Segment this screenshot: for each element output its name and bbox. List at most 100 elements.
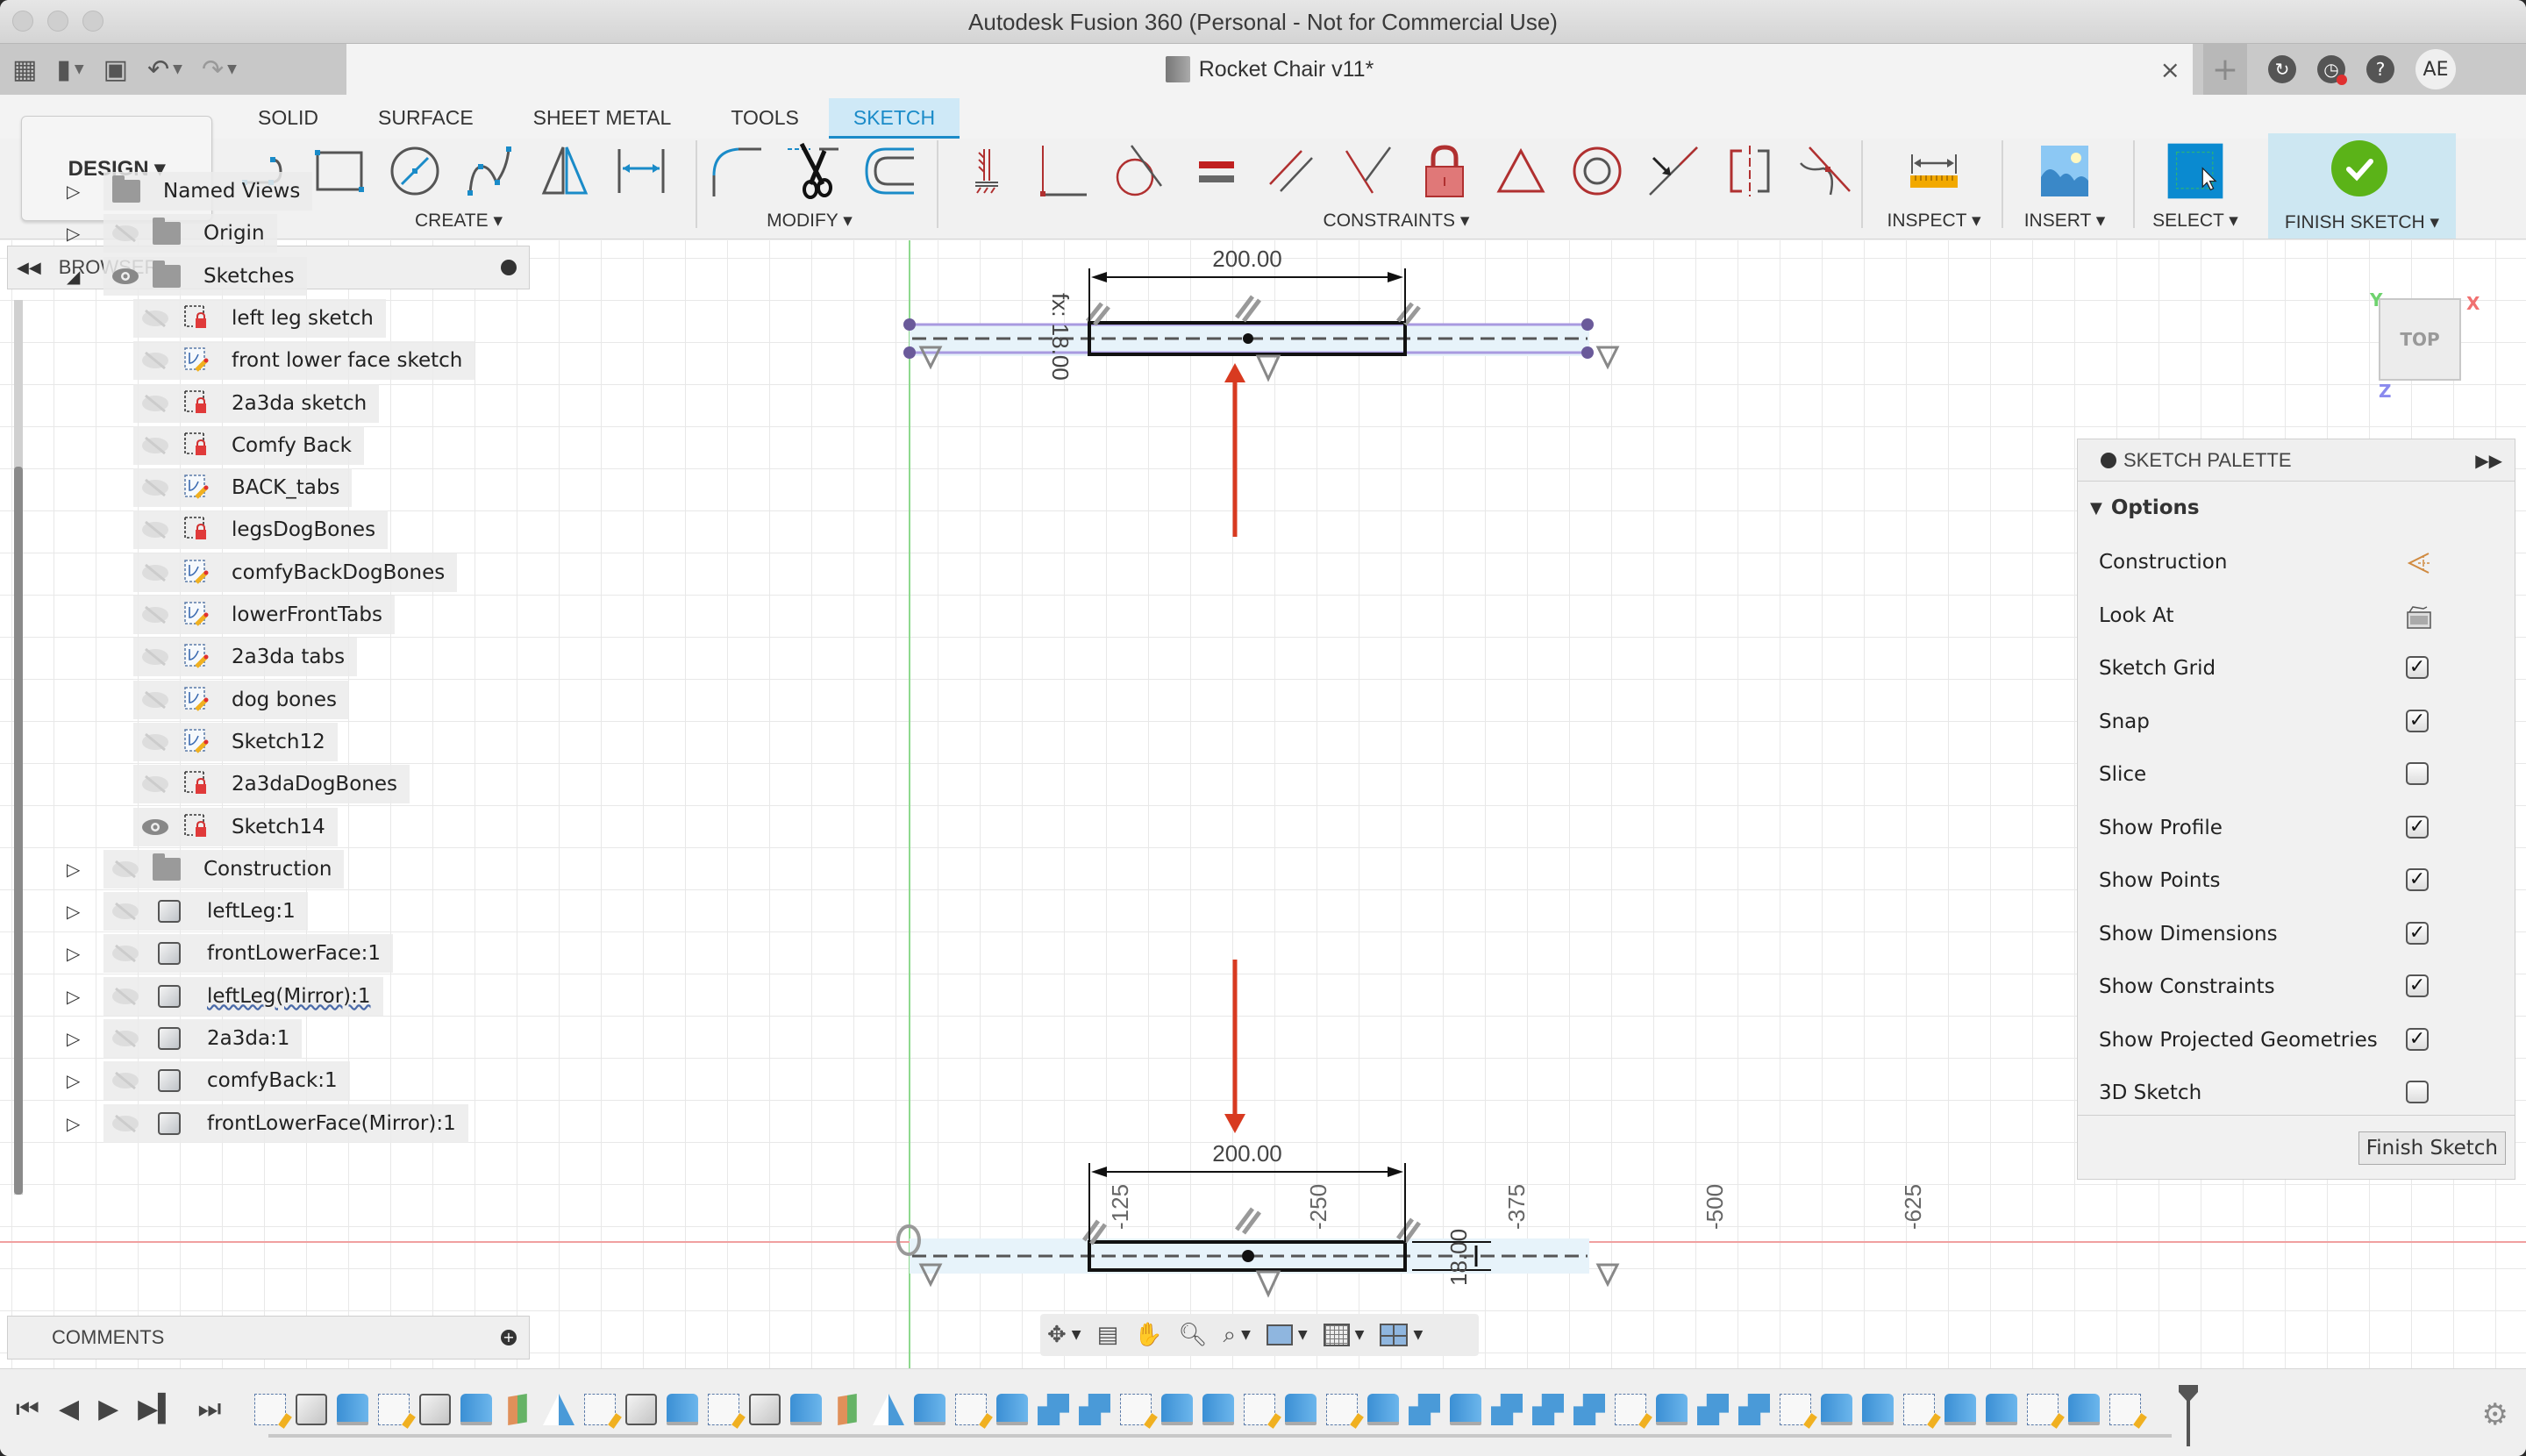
timeline-component-feature[interactable] bbox=[419, 1394, 451, 1425]
expand-caret-icon[interactable]: ▷ bbox=[67, 1028, 86, 1049]
browser-sketch-item[interactable]: Sketch14 bbox=[133, 807, 338, 846]
tree-item-pill[interactable]: leftLeg(Mirror):1 bbox=[103, 976, 383, 1016]
add-comment-icon[interactable]: + bbox=[501, 1330, 517, 1345]
tree-item-pill[interactable]: Sketch12 bbox=[133, 722, 338, 761]
file-menu-button[interactable]: ▮ ▼ bbox=[56, 54, 83, 85]
hidden-eye-icon[interactable] bbox=[140, 436, 170, 454]
hidden-eye-icon[interactable] bbox=[140, 478, 170, 497]
timeline-extrude-feature[interactable] bbox=[460, 1394, 492, 1425]
coincident-constraint-button[interactable] bbox=[1034, 142, 1092, 200]
timeline-sketch-feature[interactable] bbox=[1244, 1394, 1275, 1425]
offset-tool-button[interactable] bbox=[860, 142, 917, 200]
browser-sketch-item[interactable]: left leg sketch bbox=[133, 298, 386, 338]
timeline-extrude-feature[interactable] bbox=[1656, 1394, 1688, 1425]
tree-item-pill[interactable]: left leg sketch bbox=[133, 298, 386, 338]
select-menu-button[interactable]: SELECT ▾ bbox=[2145, 210, 2245, 232]
timeline-sketch-feature[interactable] bbox=[254, 1394, 286, 1425]
browser-sketch-item[interactable]: legsDogBones bbox=[133, 510, 389, 550]
hidden-eye-icon[interactable] bbox=[140, 563, 170, 582]
slice-checkbox[interactable] bbox=[2406, 762, 2430, 787]
collapse-browser-icon[interactable]: ◀◀ bbox=[17, 259, 41, 277]
browser-sketch-item[interactable]: 2a3da tabs bbox=[133, 638, 358, 677]
browser-component-item[interactable]: ▷ leftLeg:1 bbox=[67, 892, 308, 931]
grid-settings-button[interactable]: ▼ bbox=[1323, 1324, 1364, 1346]
tree-item-pill[interactable]: lowerFrontTabs bbox=[133, 596, 395, 634]
timeline-extrude-feature[interactable] bbox=[1986, 1394, 2017, 1425]
go-to-start-icon[interactable]: ⏮ bbox=[16, 1394, 39, 1424]
timeline-extrude-feature[interactable] bbox=[667, 1394, 698, 1425]
timeline-extrude-feature[interactable] bbox=[1862, 1394, 1894, 1425]
tree-item-pill[interactable]: Sketch14 bbox=[133, 807, 338, 846]
timeline-component-feature[interactable] bbox=[296, 1394, 327, 1425]
circle-tool-button[interactable] bbox=[386, 142, 444, 200]
symmetry-constraint-button[interactable] bbox=[1721, 142, 1779, 200]
hidden-eye-icon[interactable] bbox=[111, 1029, 140, 1048]
tree-item-pill[interactable]: 2a3daDogBones bbox=[133, 765, 410, 804]
equal-constraint-button[interactable] bbox=[1187, 142, 1245, 200]
browser-sketch-item[interactable]: lowerFrontTabs bbox=[133, 596, 395, 634]
visibility-eye-icon[interactable] bbox=[111, 268, 140, 285]
options-section-header[interactable]: ▼ Options bbox=[2078, 482, 2515, 534]
expanded-caret-icon[interactable]: ◢ bbox=[67, 266, 86, 287]
fillet-tool-button[interactable] bbox=[709, 142, 767, 200]
browser-component-item[interactable]: ▷ 2a3da:1 bbox=[67, 1019, 303, 1058]
timeline-extrude-feature[interactable] bbox=[914, 1394, 945, 1425]
tree-item-pill[interactable]: Construction bbox=[103, 849, 345, 889]
timeline-combine-feature[interactable] bbox=[1038, 1394, 1069, 1425]
scrollbar-thumb[interactable] bbox=[14, 467, 23, 1195]
timeline-extrude-feature[interactable] bbox=[1285, 1394, 1317, 1425]
timeline-marker[interactable] bbox=[2179, 1385, 2198, 1446]
timeline-combine-feature[interactable] bbox=[1079, 1394, 1110, 1425]
perpendicular-constraint-button[interactable] bbox=[1339, 142, 1397, 200]
browser-sketch-item[interactable]: Sketch12 bbox=[133, 722, 338, 761]
modify-menu-button[interactable]: MODIFY ▾ bbox=[709, 210, 910, 232]
hidden-eye-icon[interactable] bbox=[140, 352, 170, 370]
document-tab[interactable]: Rocket Chair v11* × bbox=[346, 44, 2193, 95]
viewports-button[interactable]: ▼ bbox=[1380, 1324, 1423, 1346]
top-sketch-profile[interactable]: 200.00 fx: 18.00 bbox=[903, 246, 1620, 382]
timeline-extrude-feature[interactable] bbox=[2068, 1394, 2100, 1425]
finish-sketch-button[interactable]: Finish Sketch bbox=[2358, 1131, 2506, 1165]
browser-sketch-item[interactable]: Comfy Back bbox=[133, 425, 364, 465]
hidden-eye-icon[interactable] bbox=[140, 394, 170, 412]
expand-caret-icon[interactable]: ▷ bbox=[67, 943, 86, 964]
tree-item-pill[interactable]: Origin bbox=[103, 214, 277, 253]
top-height-dimension[interactable]: fx: 18.00 bbox=[1047, 293, 1074, 381]
hidden-eye-icon[interactable] bbox=[111, 860, 140, 878]
app-grid-icon[interactable]: ▦ bbox=[12, 54, 37, 85]
look-at-button[interactable] bbox=[2406, 603, 2431, 629]
hidden-eye-icon[interactable] bbox=[140, 521, 170, 539]
browser-component-item[interactable]: ▷ frontLowerFace(Mirror):1 bbox=[67, 1103, 468, 1143]
create-menu-button[interactable]: CREATE ▾ bbox=[235, 210, 682, 232]
expand-caret-icon[interactable]: ▷ bbox=[67, 181, 86, 202]
insert-image-button[interactable] bbox=[2036, 142, 2094, 200]
hidden-eye-icon[interactable] bbox=[111, 945, 140, 963]
expand-caret-icon[interactable]: ▷ bbox=[67, 223, 86, 244]
tree-item-pill[interactable]: dog bones bbox=[133, 680, 349, 719]
timeline-extrude-feature[interactable] bbox=[1821, 1394, 1852, 1425]
hidden-eye-icon[interactable] bbox=[111, 987, 140, 1005]
timeline-sketch-feature[interactable] bbox=[1120, 1394, 1152, 1425]
close-window-button[interactable] bbox=[12, 11, 33, 32]
save-icon[interactable]: ▣ bbox=[103, 54, 128, 85]
timeline-sketch-feature[interactable] bbox=[1615, 1394, 1646, 1425]
timeline-plane-feature[interactable] bbox=[838, 1394, 857, 1425]
help-icon[interactable]: ? bbox=[2366, 55, 2394, 83]
show-profile-checkbox[interactable]: ✓ bbox=[2406, 815, 2430, 840]
spline-tool-button[interactable] bbox=[461, 142, 519, 200]
browser-sketch-item[interactable]: comfyBackDogBones bbox=[133, 553, 458, 592]
tree-item-pill[interactable]: frontLowerFace:1 bbox=[103, 934, 394, 974]
show-points-checkbox[interactable]: ✓ bbox=[2406, 868, 2430, 893]
3d-sketch-checkbox[interactable] bbox=[2406, 1081, 2430, 1105]
timeline-sketch-feature[interactable] bbox=[584, 1394, 616, 1425]
timeline-combine-feature[interactable] bbox=[1532, 1394, 1564, 1425]
timeline-settings-icon[interactable]: ⚙ bbox=[2482, 1397, 2508, 1432]
expand-caret-icon[interactable]: ▷ bbox=[67, 1113, 86, 1134]
center-point[interactable] bbox=[1243, 333, 1253, 344]
browser-sketch-item[interactable]: dog bones bbox=[133, 680, 349, 719]
timeline-sketch-feature[interactable] bbox=[378, 1394, 410, 1425]
concentric-constraint-button[interactable] bbox=[1568, 142, 1626, 200]
fix-unfix-button[interactable] bbox=[1416, 142, 1474, 200]
top-width-dimension[interactable]: 200.00 bbox=[1212, 246, 1282, 272]
tree-item-pill[interactable]: 2a3da:1 bbox=[103, 1019, 303, 1058]
